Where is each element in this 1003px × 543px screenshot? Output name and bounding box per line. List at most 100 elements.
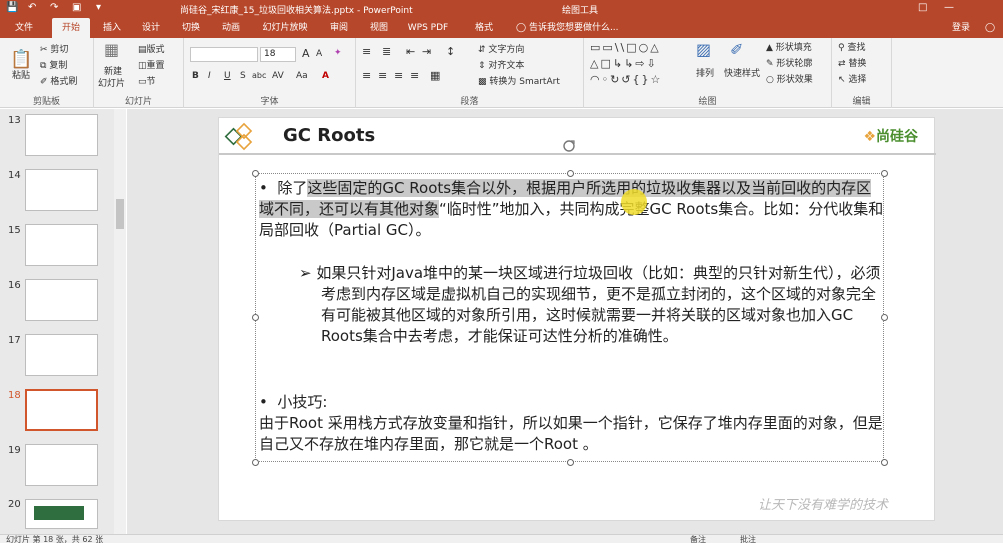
scrollbar-thumb[interactable] — [116, 199, 124, 229]
layout-button[interactable]: ▤版式 — [138, 44, 165, 56]
slide-thumbnail-18[interactable] — [25, 389, 98, 431]
present-icon[interactable]: ▣ — [72, 2, 81, 13]
diamond-logo-icon — [224, 122, 253, 151]
align-right-icon[interactable]: ≡ — [394, 70, 403, 82]
outdent-icon[interactable]: ⇥ — [422, 46, 431, 58]
strikethrough-button[interactable]: S — [240, 70, 246, 82]
ribbon-options-icon[interactable]: □ — [918, 2, 927, 13]
select-button[interactable]: ↖ 选择 — [838, 74, 866, 86]
underline-button[interactable]: U — [224, 70, 231, 82]
slide-thumbnail-16[interactable] — [25, 279, 98, 321]
slide-thumbnail-13[interactable] — [25, 114, 98, 156]
replace-icon: ⇄ — [838, 59, 849, 69]
quick-styles-button[interactable]: 快速样式 — [724, 68, 760, 80]
resize-handle[interactable] — [252, 314, 259, 321]
resize-handle[interactable] — [252, 170, 259, 177]
format-painter-button[interactable]: ✐ 格式刷 — [40, 76, 77, 88]
slide-thumbnail-15[interactable] — [25, 224, 98, 266]
tab-design[interactable]: 设计 — [134, 18, 168, 38]
tab-wps-pdf[interactable]: WPS PDF — [402, 18, 454, 38]
indent-icon[interactable]: ⇤ — [406, 46, 415, 58]
find-button[interactable]: ⚲ 查找 — [838, 42, 865, 54]
rotate-handle-icon[interactable] — [562, 139, 576, 153]
resize-handle[interactable] — [881, 170, 888, 177]
tab-animations[interactable]: 动画 — [214, 18, 248, 38]
align-left-icon[interactable]: ≡ — [362, 70, 371, 82]
tell-me-box[interactable]: ◯ 告诉我您想要做什么... — [516, 18, 636, 38]
login-button[interactable]: 登录 — [946, 18, 976, 38]
tab-format[interactable]: 格式 — [466, 18, 502, 38]
resize-handle[interactable] — [252, 459, 259, 466]
font-color-button[interactable]: A — [322, 70, 329, 82]
columns-icon[interactable]: ▦ — [430, 70, 440, 82]
tab-view[interactable]: 视图 — [362, 18, 396, 38]
new-slide-button-2[interactable]: 幻灯片 — [98, 78, 125, 90]
shrink-font-button[interactable]: A — [316, 48, 322, 60]
justify-icon[interactable]: ≡ — [410, 70, 419, 82]
resize-handle[interactable] — [567, 459, 574, 466]
slide-thumbnail-14[interactable] — [25, 169, 98, 211]
slide[interactable]: GC Roots ❖尚硅谷 • 除了这些固定的GC Roots集合以外，根据用户… — [218, 117, 936, 521]
arrange-button[interactable]: 排列 — [696, 68, 714, 80]
tab-insert[interactable]: 插入 — [96, 18, 128, 38]
quick-styles-icon[interactable]: ✐ — [730, 42, 743, 58]
bullet-paragraph-1: • 除了这些固定的GC Roots集合以外，根据用户所选用的垃圾收集器以及当前回… — [259, 179, 884, 239]
customize-icon[interactable]: ▾ — [96, 2, 101, 13]
char-spacing-button[interactable]: AV — [272, 70, 284, 82]
bullets-icon[interactable]: ≡ — [362, 46, 371, 58]
align-center-icon[interactable]: ≡ — [378, 70, 387, 82]
clear-format-icon[interactable]: ✦ — [334, 47, 342, 59]
section-button[interactable]: ▭节 — [138, 76, 156, 88]
shape-effects-button[interactable]: ○ 形状效果 — [766, 74, 813, 86]
slide-count: 幻灯片 第 18 张，共 62 张 — [6, 535, 104, 543]
abc-button[interactable]: abc — [252, 70, 266, 82]
tab-file[interactable]: 文件 — [4, 18, 44, 38]
shape-outline-button[interactable]: ✎ 形状轮廓 — [766, 58, 812, 70]
shapes-gallery-row3[interactable]: ◠◦↻↺{}☆ — [590, 74, 662, 86]
resize-handle[interactable] — [567, 170, 574, 177]
minimize-icon[interactable]: — — [944, 2, 954, 13]
thumbnails-scrollbar[interactable] — [114, 109, 126, 534]
redo-icon[interactable]: ↷ — [50, 2, 58, 13]
change-case-button[interactable]: Aa — [296, 70, 308, 82]
grow-font-button[interactable]: A — [302, 48, 310, 60]
new-slide-button[interactable]: 新建 — [104, 66, 122, 78]
paste-icon[interactable]: 📋 — [10, 51, 32, 69]
tab-slideshow[interactable]: 幻灯片放映 — [254, 18, 316, 38]
tab-transitions[interactable]: 切换 — [174, 18, 208, 38]
account-icon[interactable]: ◯ — [980, 18, 1000, 38]
save-icon[interactable]: 💾 — [6, 2, 18, 13]
comments-button[interactable]: 批注 — [740, 534, 756, 543]
shapes-gallery[interactable]: ▭▭\\□○△ — [590, 42, 661, 54]
tab-home[interactable]: 开始 — [52, 18, 90, 38]
paragraph-group: ≡ ≣ ⇤ ⇥ ↕ ≡ ≡ ≡ ≡ ▦ ⇵ 文字方向 ⇕ 对齐文本 ▩ 转换为 … — [356, 38, 584, 108]
slide-number: 19 — [8, 445, 21, 456]
line-spacing-icon[interactable]: ↕ — [446, 46, 455, 58]
bold-button[interactable]: B — [192, 70, 199, 82]
cut-button[interactable]: ✂ 剪切 — [40, 44, 68, 56]
slide-thumbnail-19[interactable] — [25, 444, 98, 486]
resize-handle[interactable] — [881, 459, 888, 466]
smartart-button[interactable]: ▩ 转换为 SmartArt — [478, 76, 560, 88]
slide-thumbnail-20[interactable] — [25, 499, 98, 529]
copy-button[interactable]: ⧉ 复制 — [40, 60, 67, 72]
notes-button[interactable]: 备注 — [690, 534, 706, 543]
slide-title[interactable]: GC Roots — [283, 125, 375, 146]
shape-fill-button[interactable]: ▲ 形状填充 — [766, 42, 812, 54]
reset-button[interactable]: ◫重置 — [138, 60, 165, 72]
align-text-button[interactable]: ⇕ 对齐文本 — [478, 60, 524, 72]
italic-button[interactable]: I — [208, 70, 211, 82]
arrange-icon[interactable]: ▨ — [696, 42, 711, 58]
shapes-gallery-row2[interactable]: △□↳↳⇨⇩ — [590, 58, 658, 70]
text-direction-button[interactable]: ⇵ 文字方向 — [478, 44, 524, 56]
tab-review[interactable]: 审阅 — [322, 18, 356, 38]
paste-button[interactable]: 粘贴 — [12, 70, 30, 82]
font-size-box[interactable]: 18 — [260, 47, 296, 62]
numbering-icon[interactable]: ≣ — [382, 46, 391, 58]
slide-thumbnail-17[interactable] — [25, 334, 98, 376]
resize-handle[interactable] — [881, 314, 888, 321]
replace-button[interactable]: ⇄ 替换 — [838, 58, 866, 70]
font-name-box[interactable] — [190, 47, 258, 62]
new-slide-icon[interactable]: ▦ — [104, 42, 119, 58]
undo-icon[interactable]: ↶ — [28, 2, 36, 13]
